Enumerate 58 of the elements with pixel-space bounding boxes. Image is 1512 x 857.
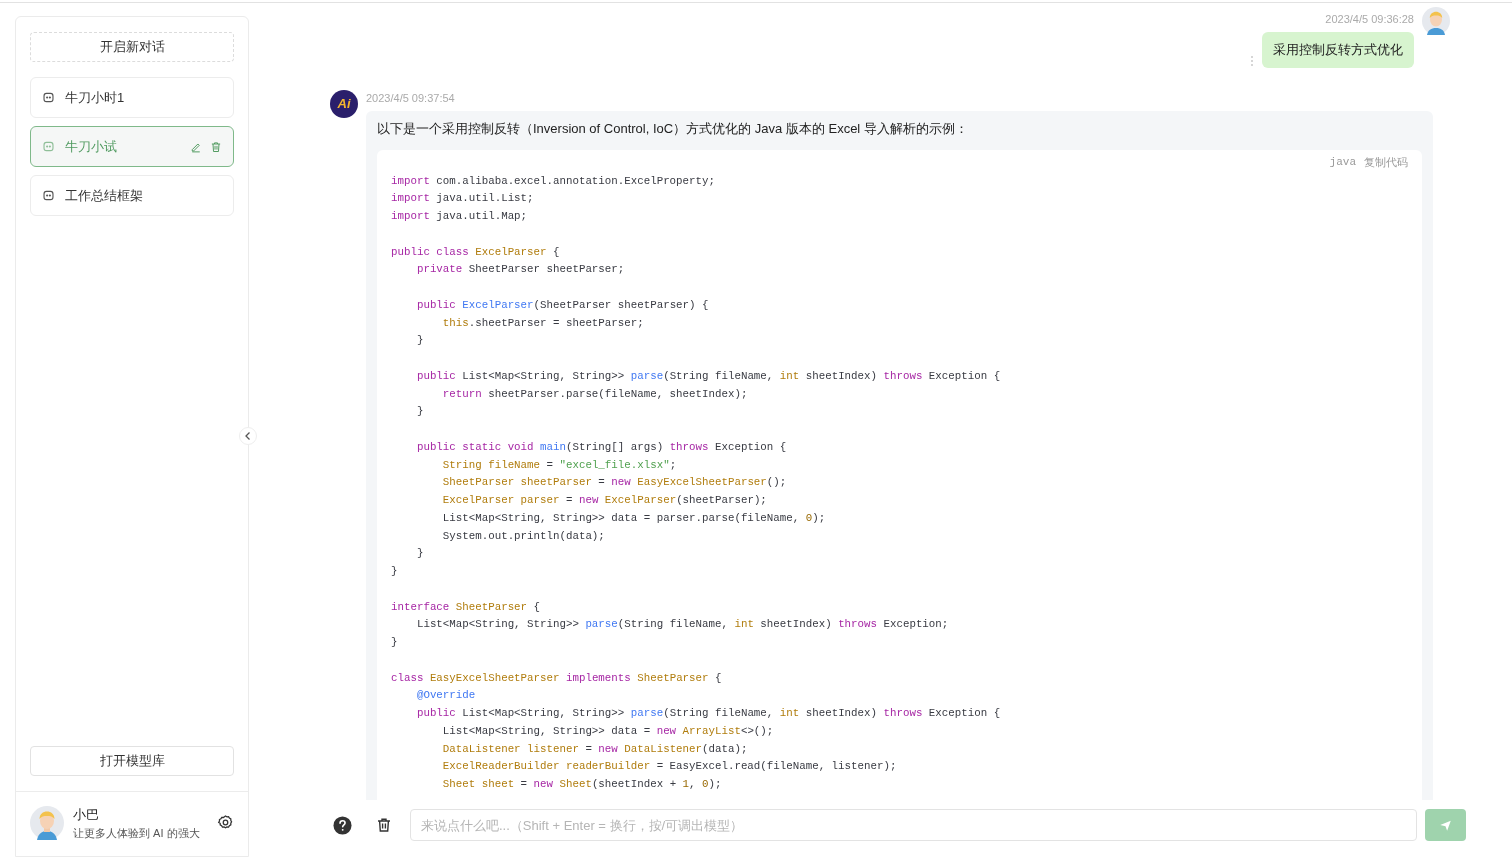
- code-line: }: [391, 564, 398, 579]
- code-line: Sheet sheet = new Sheet(sheetIndex + 1, 0);: [441, 777, 722, 792]
- conversation-title: 工作总结框架: [65, 186, 144, 205]
- model-library-button[interactable]: 打开模型库: [30, 746, 234, 776]
- code-language: java: [1329, 154, 1356, 169]
- conversation-item[interactable]: 工作总结框架: [30, 175, 234, 216]
- code-line: public class ExcelParser {: [391, 244, 560, 260]
- new-chat-button[interactable]: 开启新对话: [30, 32, 234, 62]
- code-line: import java.util.List;: [391, 191, 534, 207]
- delete-icon: [210, 140, 222, 153]
- code-line: import java.util.Map;: [391, 209, 528, 224]
- send-icon: [1439, 818, 1452, 832]
- user-avatar: [1422, 7, 1450, 35]
- code-line: import com.alibaba.excel.annotation.ExcelProperty;: [391, 173, 715, 189]
- code-line: List<Map<String, String>> data = parser.parse(fileName, 0);: [441, 510, 826, 526]
- code-line: private SheetParser sheetParser;: [415, 262, 625, 278]
- user-name: 小巴: [73, 806, 100, 824]
- code-line: List<Map<String, String>> data = new ArrayList<>();: [441, 723, 774, 739]
- conversation-title: 牛刀小时1: [65, 88, 126, 107]
- user-tagline: 让更多人体验到 AI 的强大: [73, 826, 201, 841]
- code-line: }: [391, 635, 398, 650]
- trash-icon: [376, 817, 392, 833]
- chat-icon: [42, 91, 55, 104]
- more-icon: [1250, 54, 1254, 67]
- settings-button[interactable]: [217, 814, 234, 831]
- help-icon: [332, 815, 352, 835]
- conversation-title: 牛刀小试: [65, 137, 118, 156]
- settings-icon: [217, 814, 234, 831]
- code-line: return sheetParser.parse(fileName, sheetIndex);: [441, 386, 748, 402]
- user-avatar: [30, 806, 64, 840]
- message-text: 以下是一个采用控制反转（Inversion of Control, IoC）方式优化的 Java 版本的 Excel 导入解析的示例：: [377, 119, 969, 138]
- ai-avatar: Ai: [330, 89, 358, 118]
- message-time: 2023/4/5 09:37:54: [366, 90, 456, 105]
- code-line: public List<Map<String, String>> parse(String fileName, int sheetIndex) throws Exception {: [415, 706, 1001, 721]
- code-line: @Override: [415, 688, 476, 704]
- code-line: }: [415, 333, 424, 349]
- code-line: interface SheetParser {: [391, 599, 541, 615]
- message-time: 2023/4/5 09:36:28: [1325, 13, 1414, 25]
- code-line: SheetParser sheetParser = new EasyExcelSheetParser();: [441, 475, 787, 491]
- code-line: public ExcelParser(SheetParser sheetParser) {: [415, 297, 709, 313]
- code-line: DataListener listener = new DataListener(data);: [441, 741, 748, 757]
- code-line: ExcelParser parser = new ExcelParser(sheetParser);: [441, 493, 767, 508]
- code-line: this.sheetParser = sheetParser;: [441, 315, 644, 331]
- chevron-left-icon: [243, 431, 253, 441]
- conversation-item[interactable]: 牛刀小时1: [30, 77, 234, 118]
- chat-icon: [42, 189, 55, 202]
- code-line: List<Map<String, String>> parse(String fileName, int sheetIndex) throws Exception;: [415, 617, 949, 633]
- code-line: String fileName = "excel_file.xlsx";: [441, 457, 677, 473]
- code-line: ExcelReaderBuilder readerBuilder = EasyExcel.read(fileName, listener);: [441, 759, 897, 775]
- code-line: }: [415, 546, 424, 562]
- message-input[interactable]: 来说点什么吧...（Shift + Enter = 换行，按/可调出模型）: [410, 809, 1417, 841]
- code-line: }: [415, 404, 424, 420]
- user-message: 采用控制反转方式优化: [1262, 32, 1414, 68]
- code-line: class EasyExcelSheetParser implements SheetParser {: [391, 670, 722, 686]
- code-line: public static void main(String[] args) throws Exception {: [415, 439, 787, 455]
- code-line: public List<Map<String, String>> parse(String fileName, int sheetIndex) throws Exception {: [415, 368, 1001, 384]
- chat-icon: [42, 140, 55, 153]
- code-line: System.out.println(data);: [441, 528, 605, 544]
